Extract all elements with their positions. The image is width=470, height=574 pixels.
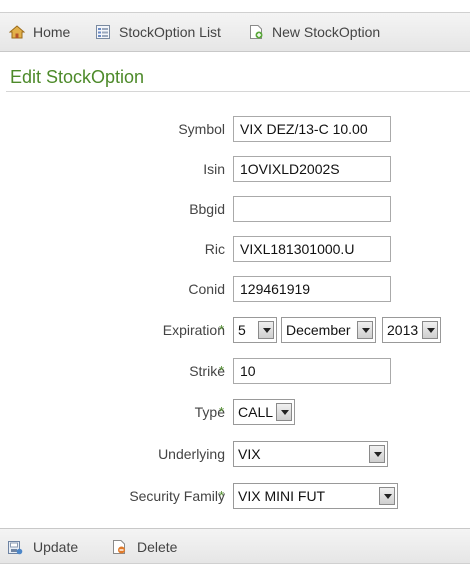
- delete-button[interactable]: Delete: [111, 529, 177, 564]
- update-label: Update: [33, 538, 79, 555]
- delete-document-icon: [111, 539, 127, 555]
- strike-input[interactable]: 10: [233, 358, 391, 384]
- isin-row: Isin 1OVIXLD2002S: [0, 156, 470, 182]
- stockoption-list-label: StockOption List: [119, 24, 221, 40]
- title-divider: [6, 91, 470, 92]
- bbgid-label: Bbgid: [189, 201, 225, 217]
- ric-input[interactable]: VIXL181301000.U: [233, 236, 391, 262]
- type-select[interactable]: CALL: [233, 399, 295, 425]
- conid-label: Conid: [188, 281, 225, 297]
- security-family-row: Security Family * VIX MINI FUT: [0, 483, 470, 509]
- expiration-row: Expiration * 5 December 2013: [0, 317, 470, 343]
- underlying-row: Underlying VIX: [0, 441, 470, 467]
- expiration-year-value: 2013: [387, 322, 419, 338]
- underlying-value: VIX: [238, 446, 261, 462]
- expiration-month-value: December: [286, 322, 351, 338]
- save-icon: [7, 539, 23, 555]
- security-family-label: Security Family: [129, 488, 225, 504]
- chevron-down-icon: [357, 321, 373, 339]
- delete-label: Delete: [137, 538, 178, 555]
- chevron-down-icon: [369, 445, 385, 463]
- isin-input[interactable]: 1OVIXLD2002S: [233, 156, 391, 182]
- symbol-row: Symbol VIX DEZ/13-C 10.00: [0, 116, 470, 142]
- expiration-month-select[interactable]: December: [281, 317, 376, 343]
- symbol-input[interactable]: VIX DEZ/13-C 10.00: [233, 116, 391, 142]
- home-label: Home: [33, 24, 71, 40]
- update-button[interactable]: Update: [7, 529, 78, 564]
- type-row: Type * CALL: [0, 399, 470, 425]
- new-stockoption-label: New StockOption: [272, 24, 381, 40]
- isin-label: Isin: [203, 161, 225, 177]
- expiration-day-select[interactable]: 5: [233, 317, 277, 343]
- home-link[interactable]: Home: [8, 13, 71, 51]
- security-family-select[interactable]: VIX MINI FUT: [233, 483, 398, 509]
- conid-row: Conid 129461919: [0, 276, 470, 302]
- symbol-label: Symbol: [178, 121, 225, 137]
- new-document-icon: [248, 24, 264, 40]
- expiration-required-marker: *: [219, 322, 225, 337]
- chevron-down-icon: [276, 403, 292, 421]
- chevron-down-icon: [422, 321, 438, 339]
- chevron-down-icon: [379, 487, 395, 505]
- type-value: CALL: [238, 404, 274, 420]
- ric-label: Ric: [204, 241, 225, 257]
- strike-required-marker: *: [219, 363, 225, 378]
- page-title: Edit StockOption: [10, 67, 145, 87]
- stockoption-list-link[interactable]: StockOption List: [95, 13, 221, 51]
- type-required-marker: *: [219, 404, 225, 419]
- ric-row: Ric VIXL181301000.U: [0, 236, 470, 262]
- bbgid-input[interactable]: [233, 196, 391, 222]
- chevron-down-icon: [258, 321, 274, 339]
- security-family-value: VIX MINI FUT: [238, 488, 326, 504]
- list-icon: [95, 24, 111, 40]
- strike-row: Strike * 10: [0, 358, 470, 384]
- top-navigation-bar: Home StockOption List New StockOption: [0, 12, 470, 52]
- expiration-year-select[interactable]: 2013: [382, 317, 441, 343]
- expiration-label: Expiration: [162, 322, 225, 338]
- conid-input[interactable]: 129461919: [233, 276, 391, 302]
- action-bar: Update Delete: [0, 528, 470, 564]
- security-family-required-marker: *: [219, 488, 225, 503]
- new-stockoption-link[interactable]: New StockOption: [248, 13, 380, 51]
- bbgid-row: Bbgid: [0, 196, 470, 222]
- underlying-select[interactable]: VIX: [233, 441, 388, 467]
- expiration-day-value: 5: [238, 322, 246, 338]
- underlying-label: Underlying: [158, 446, 225, 462]
- house-icon: [8, 24, 26, 40]
